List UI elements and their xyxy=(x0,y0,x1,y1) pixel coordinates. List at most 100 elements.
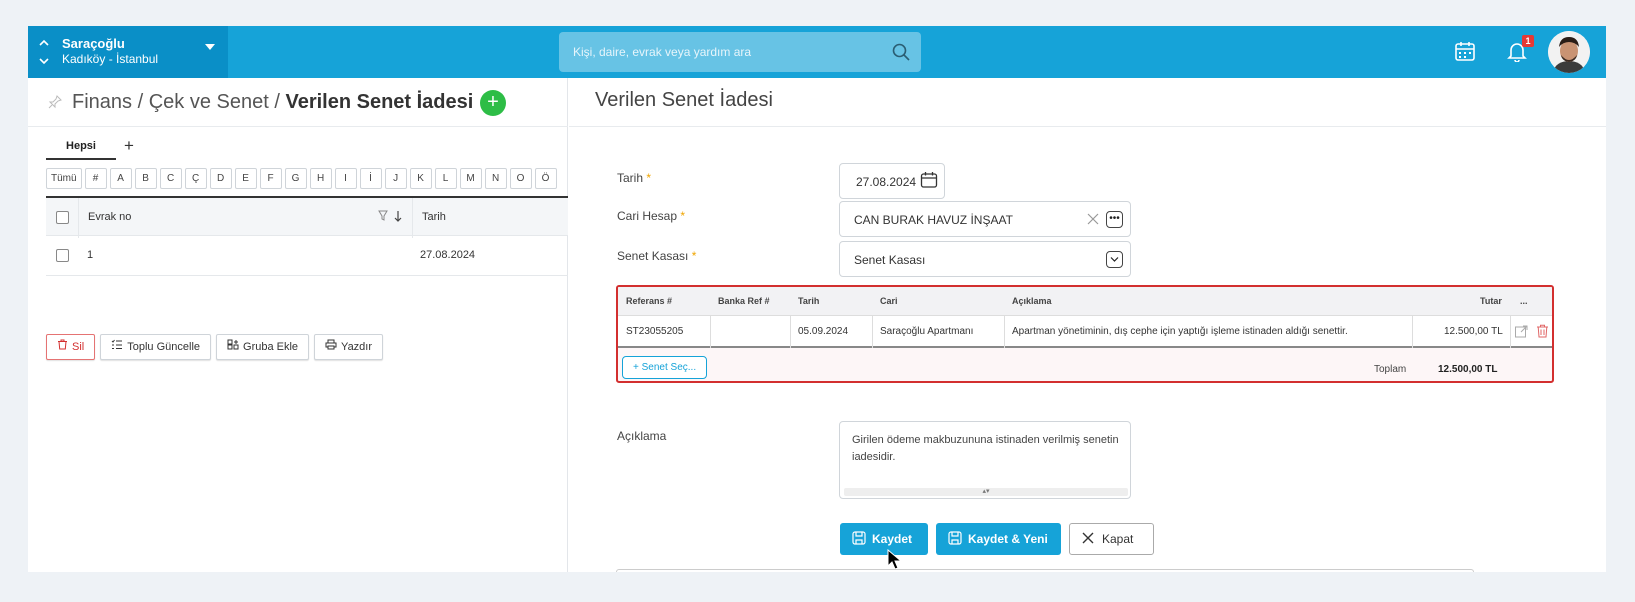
chevron-down-icon[interactable] xyxy=(204,41,216,55)
column-header-tarih[interactable]: Tarih xyxy=(422,211,446,223)
divider xyxy=(569,126,1606,127)
global-search xyxy=(559,32,921,72)
breadcrumb-item-finans[interactable]: Finans xyxy=(72,91,132,113)
list-actions: Sil Toplu Güncelle Gruba Ekle Yazdır xyxy=(46,334,384,360)
avatar[interactable] xyxy=(1548,31,1590,73)
add-tab-button[interactable]: + xyxy=(124,136,134,156)
account-label-text: Cari Hesap xyxy=(617,209,678,223)
delete-button[interactable]: Sil xyxy=(46,334,96,360)
letter-filter[interactable]: N xyxy=(484,168,507,189)
breadcrumb-separator: / xyxy=(132,91,149,113)
print-label: Yazdır xyxy=(341,341,373,353)
tab-hepsi[interactable]: Hepsi xyxy=(46,138,116,160)
save-button[interactable]: Kaydet xyxy=(840,523,928,555)
letter-filter[interactable]: M xyxy=(459,168,482,189)
cashbox-label-text: Senet Kasası xyxy=(617,249,689,263)
select-note-label: Senet Seç... xyxy=(641,362,697,373)
note-value: Girilen ödeme makbuzununa istinaden veri… xyxy=(852,434,1119,463)
save-and-new-label: Kaydet & Yeni xyxy=(968,532,1048,546)
breadcrumb-item-cek-senet[interactable]: Çek ve Senet xyxy=(149,91,269,113)
page-title: Verilen Senet İadesi xyxy=(285,91,474,113)
letter-filter[interactable]: B xyxy=(134,168,157,189)
checklist-icon xyxy=(111,339,123,353)
filter-sort-icon[interactable] xyxy=(378,210,408,225)
note-textarea[interactable]: Girilen ödeme makbuzununa istinaden veri… xyxy=(839,421,1131,499)
save-icon xyxy=(948,531,962,548)
letter-filter[interactable]: C xyxy=(159,168,182,189)
divider xyxy=(872,316,873,348)
open-external-icon[interactable] xyxy=(1514,324,1529,344)
letter-filter[interactable]: O xyxy=(509,168,532,189)
column-header-evrak-no[interactable]: Evrak no xyxy=(88,211,131,223)
save-and-new-button[interactable]: Kaydet & Yeni xyxy=(936,523,1061,555)
letter-filter[interactable]: Ö xyxy=(534,168,557,189)
more-options-button[interactable]: ••• xyxy=(1106,211,1123,228)
table-row[interactable]: 1 27.08.2024 xyxy=(46,236,568,276)
pin-icon[interactable] xyxy=(48,95,62,112)
chevron-down-icon[interactable] xyxy=(1106,251,1123,268)
resize-handle[interactable]: ▴▾ xyxy=(844,488,1128,496)
select-all-checkbox[interactable] xyxy=(56,211,69,224)
letter-filter[interactable]: İ xyxy=(359,168,382,189)
cell-description: Apartman yönetiminin, dış cephe için yap… xyxy=(1012,326,1348,337)
letter-filter[interactable]: H xyxy=(309,168,332,189)
cashbox-label: Senet Kasası * xyxy=(617,249,696,263)
search-input[interactable] xyxy=(559,32,879,72)
letter-filter[interactable]: K xyxy=(409,168,432,189)
group-add-icon xyxy=(227,339,239,353)
notes-items-table: Referans # Banka Ref # Tarih Cari Açıkla… xyxy=(616,285,1554,383)
calendar-icon[interactable] xyxy=(1454,40,1476,67)
branch-selector[interactable]: Saraçoğlu Kadıköy - İstanbul xyxy=(28,26,228,78)
cell-ref: ST23055205 xyxy=(626,326,684,337)
add-to-group-button[interactable]: Gruba Ekle xyxy=(216,334,310,360)
letter-filter[interactable]: # xyxy=(84,168,107,189)
letter-filter[interactable]: E xyxy=(234,168,257,189)
letter-filter[interactable]: G xyxy=(284,168,307,189)
add-new-button[interactable]: + xyxy=(480,90,506,116)
document-list-panel: Finans / Çek ve Senet / Verilen Senet İa… xyxy=(28,78,568,572)
account-field[interactable]: CAN BURAK HAVUZ İNŞAAT ••• xyxy=(839,201,1131,237)
letter-filter[interactable]: F xyxy=(259,168,282,189)
save-icon xyxy=(852,531,866,548)
trash-icon xyxy=(57,339,68,353)
branch-switch-arrows-icon[interactable] xyxy=(38,36,50,73)
trash-icon[interactable] xyxy=(1536,324,1549,343)
divider xyxy=(790,316,791,348)
calendar-icon[interactable] xyxy=(920,171,938,192)
date-label: Tarih * xyxy=(617,171,651,185)
clear-icon[interactable] xyxy=(1086,212,1100,229)
letter-filter[interactable]: L xyxy=(434,168,457,189)
column-header-more[interactable]: ... xyxy=(1520,296,1528,306)
cashbox-select[interactable]: Senet Kasası xyxy=(839,241,1131,277)
letter-filter[interactable]: D xyxy=(209,168,232,189)
divider xyxy=(1412,316,1413,348)
letter-filter[interactable]: Ç xyxy=(184,168,207,189)
required-marker: * xyxy=(646,171,652,185)
date-label-text: Tarih xyxy=(617,171,644,185)
table-row[interactable]: ST23055205 05.09.2024 Saraçoğlu Apartman… xyxy=(618,316,1552,348)
divider xyxy=(1510,316,1511,348)
account-label: Cari Hesap * xyxy=(617,209,685,223)
row-checkbox[interactable] xyxy=(56,249,69,262)
bulk-update-button[interactable]: Toplu Güncelle xyxy=(100,334,212,360)
letter-filter[interactable]: A xyxy=(109,168,132,189)
print-button[interactable]: Yazdır xyxy=(314,334,384,360)
close-button[interactable]: Kapat xyxy=(1069,523,1154,555)
letter-filter-all[interactable]: Tümü xyxy=(46,168,82,189)
breadcrumb-separator: / xyxy=(268,91,286,113)
required-marker: * xyxy=(691,249,697,263)
divider xyxy=(1004,316,1005,348)
close-icon xyxy=(1082,532,1094,547)
column-header-tutar: Tutar xyxy=(1480,296,1502,306)
search-icon[interactable] xyxy=(891,42,911,67)
close-label: Kapat xyxy=(1102,532,1134,546)
cell-tarih: 27.08.2024 xyxy=(420,249,476,261)
select-note-button[interactable]: + Senet Seç... xyxy=(622,356,708,379)
table-header: Evrak no Tarih xyxy=(46,196,568,238)
branch-name: Saraçoğlu xyxy=(62,36,125,51)
cell-cari: Saraçoğlu Apartmanı xyxy=(880,326,974,337)
divider xyxy=(616,569,1474,572)
letter-filter[interactable]: J xyxy=(384,168,407,189)
letter-filter[interactable]: I xyxy=(334,168,357,189)
date-field[interactable]: 27.08.2024 xyxy=(839,163,945,199)
